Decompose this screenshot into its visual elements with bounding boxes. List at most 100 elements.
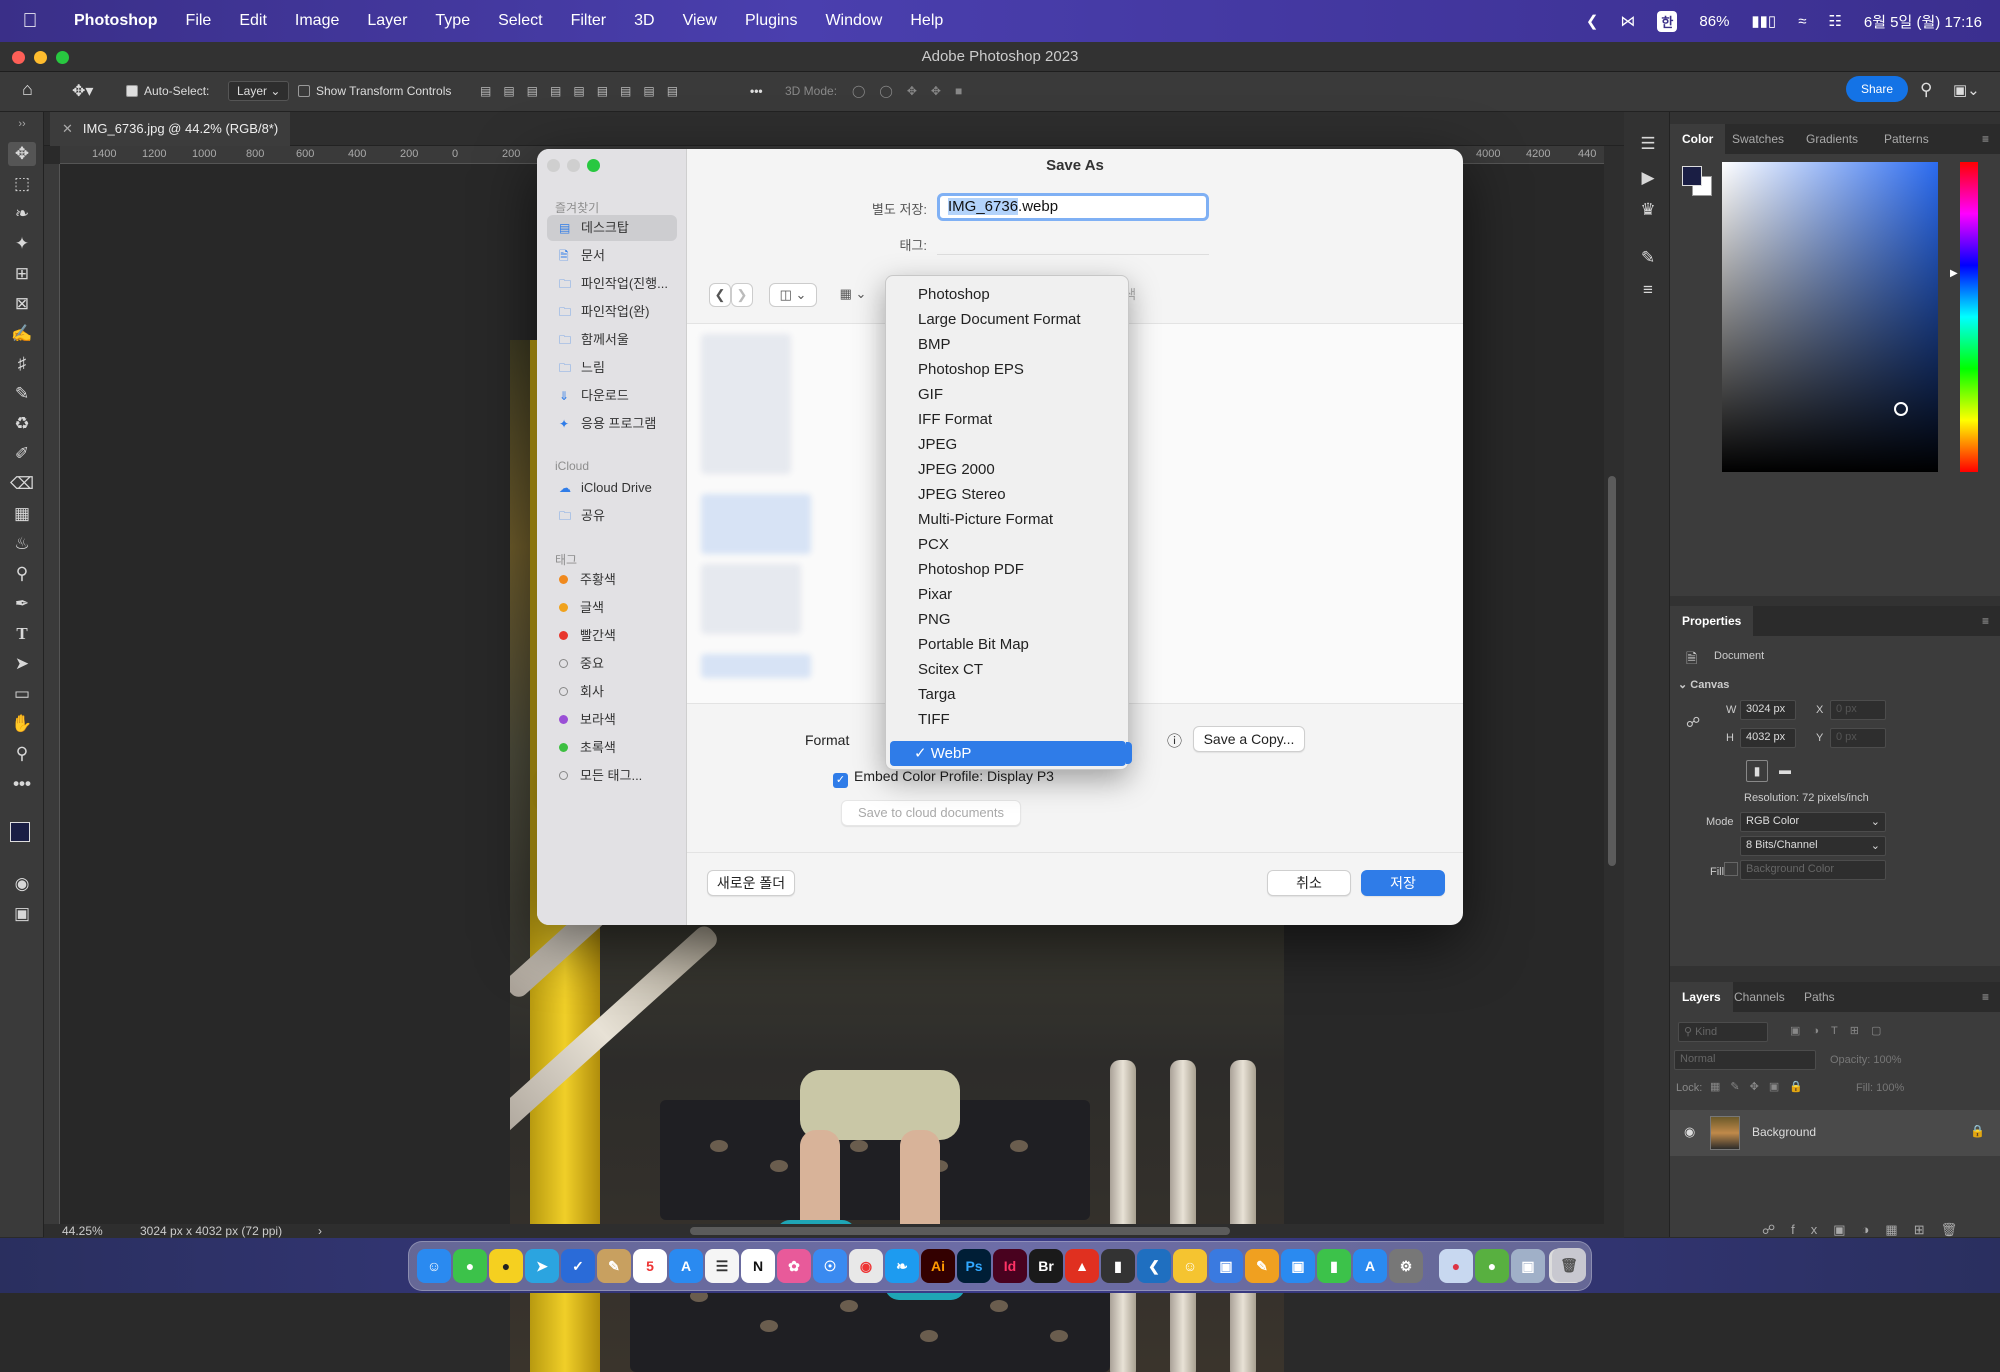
type-tool-icon[interactable]: T (8, 622, 36, 646)
dialog-close-button[interactable] (547, 159, 560, 172)
calendar-icon[interactable]: 5 (633, 1249, 667, 1283)
format-option-portable-bit-map[interactable]: Portable Bit Map (890, 632, 1126, 657)
finder-icon[interactable]: ☺ (417, 1249, 451, 1283)
bits-dropdown[interactable]: 8 Bits/Channel ⌄ (1740, 836, 1886, 856)
bluebird-icon[interactable]: ❧ (885, 1249, 919, 1283)
fg-swatch[interactable] (1682, 166, 1702, 186)
format-option-scitex-ct[interactable]: Scitex CT (890, 657, 1126, 682)
sidebar-tag-important[interactable]: 중요 (559, 651, 677, 677)
landscape-icon[interactable]: ▬ (1774, 760, 1796, 782)
format-option-tiff[interactable]: TIFF (890, 707, 1126, 732)
input-source-badge[interactable]: 한 (1657, 10, 1678, 32)
menu-edit[interactable]: Edit (225, 12, 281, 30)
hue-slider-handle-icon[interactable]: ▶ (1950, 268, 1958, 279)
brush-settings-icon[interactable]: ✎ (1634, 246, 1662, 270)
menu-window[interactable]: Window (811, 12, 896, 30)
menu-filter[interactable]: Filter (557, 12, 621, 30)
sidebar-item-documents[interactable]: 🗎 문서 (559, 243, 677, 269)
layers-footer-icons[interactable]: ☍fx▣◑▦⊞🗑 (1762, 1222, 1973, 1238)
layer-filter-icons[interactable]: ▣◑T⊞▢ (1790, 1024, 1893, 1037)
more-options-icon[interactable]: ••• (750, 84, 763, 98)
sidebar-item-slow[interactable]: 🗀 느림 (559, 355, 677, 381)
menu-view[interactable]: View (669, 12, 731, 30)
canvas-x-field[interactable]: 0 px (1830, 700, 1886, 720)
eyedropper-tool-icon[interactable]: ✍ (8, 322, 36, 346)
document-tab[interactable]: ✕ IMG_6736.jpg @ 44.2% (RGB/8*) (50, 112, 291, 146)
info-icon[interactable]: ⓘ (1167, 730, 1182, 751)
home-icon[interactable]: ⌂ (22, 79, 33, 100)
format-option-png[interactable]: PNG (890, 607, 1126, 632)
menu-app-photoshop[interactable]: Photoshop (60, 12, 172, 30)
panel-menu-icon[interactable]: ≡ (1970, 982, 2000, 1012)
layer-name[interactable]: Background (1752, 1125, 1816, 1139)
workspace-icon[interactable]: ▣⌄ (1953, 81, 1980, 99)
fill-dropdown[interactable]: Background Color (1740, 860, 1886, 880)
new-folder-button[interactable]: 새로운 폴더 (707, 870, 795, 896)
fill-swatch[interactable] (1724, 862, 1738, 876)
menu-type[interactable]: Type (421, 12, 484, 30)
dialog-zoom-button[interactable] (587, 159, 600, 172)
vscode-icon[interactable]: ❮ (1137, 1249, 1171, 1283)
vertical-scrollbar[interactable] (1604, 146, 1624, 1224)
dodge-tool-icon[interactable]: ⚲ (8, 562, 36, 586)
move-tool-icon[interactable]: ✥▾ (72, 81, 93, 101)
battery-icon[interactable]: ▮▮▯ (1751, 12, 1776, 30)
color-picker-field[interactable] (1722, 162, 1938, 472)
link-icon[interactable]: ☍ (1686, 714, 1700, 731)
sidebar-item-shared[interactable]: 🗀 공유 (559, 503, 677, 529)
sidebar-item-seoul[interactable]: 🗀 함께서울 (559, 327, 677, 353)
app-store-icon[interactable]: A (669, 1249, 703, 1283)
move-tool-icon[interactable]: ✥ (8, 142, 36, 166)
zoom-level[interactable]: 44.25% (62, 1224, 103, 1238)
zoom-tool-icon[interactable]: ⚲ (8, 742, 36, 766)
notion-icon[interactable]: N (741, 1249, 775, 1283)
rectangle-tool-icon[interactable]: ▭ (8, 682, 36, 706)
fill-opacity-field[interactable]: Fill: 100% (1856, 1082, 1904, 1094)
menu-select[interactable]: Select (484, 12, 556, 30)
hand-tool-icon[interactable]: ✋ (8, 712, 36, 736)
show-transform-checkbox[interactable]: Show Transform Controls (298, 84, 451, 98)
chrome-icon[interactable]: ◉ (849, 1249, 883, 1283)
grid-view-button[interactable]: ▦ ⌄ (831, 283, 875, 307)
tab-properties[interactable]: Properties (1670, 606, 1754, 636)
embed-color-profile-checkbox[interactable]: ✓ Embed Color Profile: Display P3 (833, 768, 1054, 788)
final-cut-icon[interactable]: ▮ (1101, 1249, 1135, 1283)
numbers-icon[interactable]: ▮ (1317, 1249, 1351, 1283)
format-option-jpeg[interactable]: JPEG (890, 432, 1126, 457)
format-option-targa[interactable]: Targa (890, 682, 1126, 707)
cancel-button[interactable]: 취소 (1267, 870, 1351, 896)
format-option-webp[interactable]: ✓ WebP (890, 741, 1126, 766)
marquee-tool-icon[interactable]: ⬚ (8, 172, 36, 196)
control-center-icon[interactable]: ☷ (1828, 12, 1841, 30)
eye-icon[interactable]: ◉ (1684, 1124, 1695, 1140)
format-popup-edge[interactable] (1126, 742, 1132, 764)
sidebar-item-downloads[interactable]: ⇓ 다운로드 (559, 383, 677, 409)
tab-swatches[interactable]: Swatches (1720, 124, 1796, 154)
mode-dropdown[interactable]: RGB Color ⌄ (1740, 812, 1886, 832)
sidebar-item-work-progress[interactable]: 🗀 파인작업(진행... (559, 271, 677, 297)
keynote-icon[interactable]: ▣ (1281, 1249, 1315, 1283)
search-icon[interactable]: ⚲ (1920, 80, 1932, 100)
format-option-pixar[interactable]: Pixar (890, 582, 1126, 607)
align-icons[interactable]: ▤▤▤▤▤▤▤▤▤ (480, 84, 690, 98)
blend-mode-dropdown[interactable]: Normal (1674, 1050, 1816, 1070)
play-icon[interactable]: ▶ (1634, 166, 1662, 190)
bridge-icon[interactable]: Br (1029, 1249, 1063, 1283)
share-button[interactable]: Share (1846, 76, 1908, 102)
back-button[interactable]: ❮ (709, 283, 731, 307)
panel-menu-icon[interactable]: ≡ (1970, 606, 2000, 636)
battery-percent[interactable]: 86% (1699, 13, 1729, 30)
sidebar-item-desktop[interactable]: ▤ 데스크탑 (547, 215, 677, 241)
files-icon[interactable]: ▣ (1209, 1249, 1243, 1283)
tab-patterns[interactable]: Patterns (1872, 124, 1941, 154)
canvas-y-field[interactable]: 0 px (1830, 728, 1886, 748)
crop-tool-icon[interactable]: ⊞ (8, 262, 36, 286)
menu-layer[interactable]: Layer (353, 12, 421, 30)
foreground-color-swatch[interactable] (10, 822, 30, 842)
layer-row[interactable]: ◉ Background 🔒 (1670, 1110, 2000, 1156)
brush-tool-icon[interactable]: ✎ (8, 382, 36, 406)
reminders-icon[interactable]: ✓ (561, 1249, 595, 1283)
format-option-jpeg-stereo[interactable]: JPEG Stereo (890, 482, 1126, 507)
tab-color[interactable]: Color (1670, 124, 1726, 154)
format-option-multi-picture[interactable]: Multi-Picture Format (890, 507, 1126, 532)
